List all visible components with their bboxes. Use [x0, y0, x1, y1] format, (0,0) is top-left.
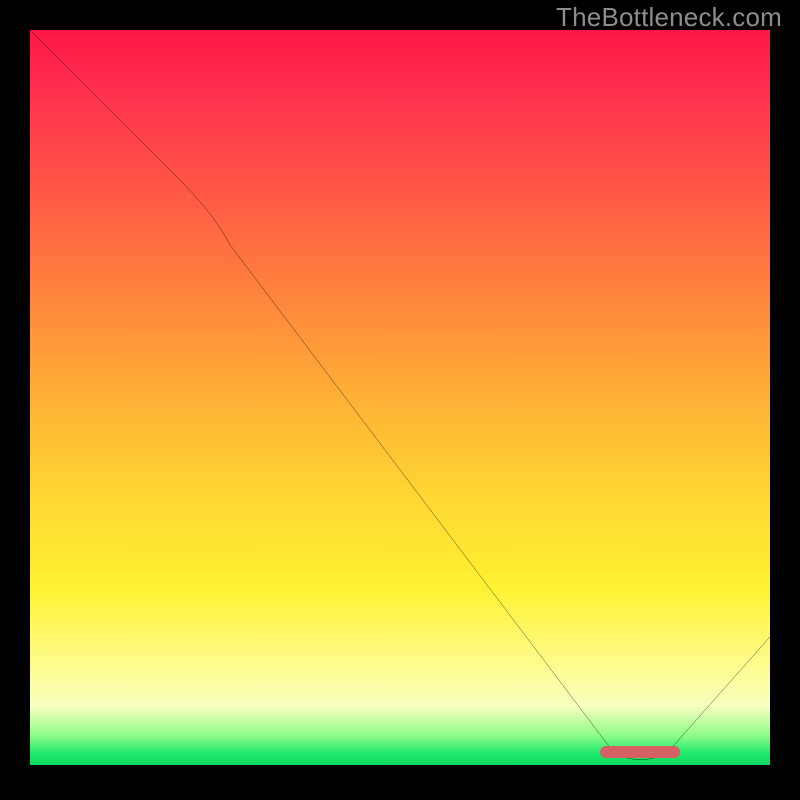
optimal-range-bar: [600, 746, 680, 758]
plot-area: [30, 30, 770, 765]
watermark-text: TheBottleneck.com: [556, 2, 782, 33]
bottleneck-curve: [30, 30, 770, 765]
chart-container: TheBottleneck.com: [0, 0, 800, 800]
curve-path: [30, 30, 770, 760]
